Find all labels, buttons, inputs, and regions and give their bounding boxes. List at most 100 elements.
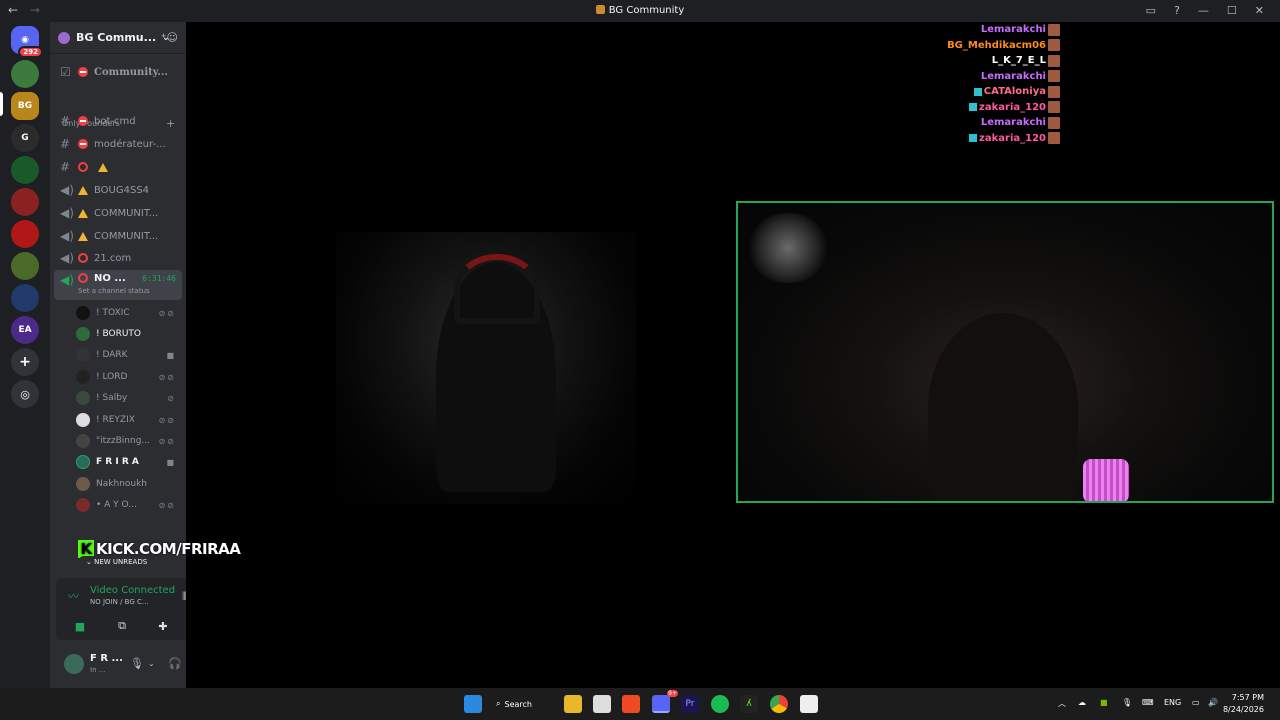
server-icon-8[interactable] bbox=[11, 284, 39, 312]
invite-icon[interactable]: ⁺☺ bbox=[161, 31, 178, 44]
search-box[interactable]: ⌕ Search bbox=[496, 694, 550, 714]
app-icon[interactable]: ʎ bbox=[740, 695, 758, 713]
discord-icon: ◉ bbox=[21, 35, 29, 45]
help-icon[interactable]: ? bbox=[1174, 4, 1180, 17]
server-icon-4[interactable] bbox=[11, 156, 39, 184]
file-explorer-icon[interactable] bbox=[564, 695, 582, 713]
server-icon-7[interactable] bbox=[11, 252, 39, 280]
server-icon-ea[interactable]: EA bbox=[11, 316, 39, 344]
channel-bot-cmd[interactable]: # bot-cmd bbox=[54, 111, 182, 131]
channel-label: Community... bbox=[94, 66, 168, 78]
channel-community-voice-1[interactable]: ◀) COMMUNIT... bbox=[54, 203, 182, 223]
voice-user[interactable]: "itzzBinng... ⊘⊘ bbox=[76, 431, 180, 451]
volume-icon[interactable]: 🔊 bbox=[1208, 698, 1218, 707]
maximize-icon[interactable]: ☐ bbox=[1227, 4, 1237, 17]
spotify-icon[interactable] bbox=[711, 695, 729, 713]
stop-icon bbox=[78, 116, 88, 126]
microphone-icon[interactable]: 🎙 bbox=[130, 657, 144, 670]
video-stage: Lemarakchi BG_Mehdikacm06 L_K_7_E_L Lemarak… bbox=[186, 22, 1280, 688]
voice-user[interactable]: ! TOXIC ⊘⊘ bbox=[76, 303, 180, 323]
video-icon: ■ bbox=[166, 457, 176, 467]
warning-icon bbox=[78, 185, 88, 195]
minimize-icon[interactable]: — bbox=[1198, 4, 1209, 17]
username: ! TOXIC bbox=[96, 308, 130, 318]
inbox-icon[interactable]: ▭ bbox=[1146, 4, 1156, 17]
screen-share-button[interactable]: ⧉ bbox=[106, 616, 138, 636]
server-icon-5[interactable] bbox=[11, 188, 39, 216]
chat-username: Lemarakchi bbox=[980, 117, 1046, 129]
channel-status-prompt[interactable]: Set a channel status bbox=[78, 287, 150, 295]
close-icon[interactable]: ✕ bbox=[1255, 4, 1264, 17]
taskbar: ⌕ Search 9+ Pr ʎ ︿ ☁ ■ 🎙 ⌨ ENG ▭ 🔊 7:57 P… bbox=[0, 688, 1280, 720]
channel-21com[interactable]: ◀) 21.com bbox=[54, 248, 182, 268]
server-icon-1[interactable] bbox=[11, 60, 39, 88]
avatar[interactable] bbox=[64, 654, 84, 674]
headphones-icon[interactable]: 🎧 bbox=[168, 657, 182, 670]
channel-community[interactable]: ☑ Community... bbox=[54, 62, 182, 82]
signal-icon[interactable]: 〰 bbox=[68, 588, 79, 604]
window-title: BG Community bbox=[0, 5, 1280, 16]
no-entry-icon bbox=[78, 253, 88, 263]
voice-user[interactable]: F R I R A ■ bbox=[76, 452, 180, 472]
add-server-icon[interactable]: + bbox=[11, 348, 39, 376]
voice-user[interactable]: ! REYZIX ⊘⊘ bbox=[76, 410, 180, 430]
channel-boug4ss4[interactable]: ◀) BOUG4SS4 bbox=[54, 180, 182, 200]
voice-user[interactable]: Nakhnoukh bbox=[76, 474, 180, 494]
voice-user[interactable]: ! DARK ■ bbox=[76, 345, 180, 365]
muted-deafened-icon: ⊘⊘ bbox=[158, 415, 176, 425]
stop-icon bbox=[78, 139, 88, 149]
selected-pill bbox=[0, 92, 3, 116]
channel-no-join-active[interactable]: ◀) NO ... 6:31:46 Set a channel status bbox=[54, 270, 182, 300]
language-indicator[interactable]: ENG bbox=[1164, 698, 1181, 707]
server-header[interactable]: BG Commu... ⌄ ⁺☺ bbox=[50, 22, 186, 54]
voice-user[interactable]: ! BORUTO bbox=[76, 324, 180, 344]
microphone-icon[interactable]: 🎙 bbox=[1122, 698, 1132, 707]
voice-channel-icon: ◀) bbox=[60, 273, 74, 287]
channel-moderateur[interactable]: # modérateur-... bbox=[54, 134, 182, 154]
avatar bbox=[76, 455, 90, 469]
muted-deafened-icon: ⊘⊘ bbox=[158, 308, 176, 318]
keyboard-icon[interactable]: ⌨ bbox=[1142, 698, 1154, 707]
muted-icon: ⊘ bbox=[167, 393, 176, 403]
app-icon[interactable] bbox=[593, 695, 611, 713]
no-entry-icon bbox=[78, 162, 88, 172]
video-tile-streamer[interactable] bbox=[336, 232, 636, 504]
emote-icon bbox=[1048, 70, 1060, 83]
current-username[interactable]: F R ... bbox=[90, 653, 123, 664]
discover-icon[interactable]: ◎ bbox=[11, 380, 39, 408]
voice-channel-name[interactable]: NO JOIN / BG C... bbox=[90, 598, 149, 606]
avatar bbox=[76, 348, 90, 362]
chevron-up-icon[interactable]: ︿ bbox=[1058, 698, 1066, 709]
server-icon-bg[interactable]: BG bbox=[11, 92, 39, 120]
voice-user[interactable]: • A Y O... ⊘⊘ bbox=[76, 495, 180, 515]
channel-community-voice-2[interactable]: ◀) COMMUNIT... bbox=[54, 226, 182, 246]
channel-warning[interactable]: # bbox=[54, 157, 182, 177]
camera-button[interactable]: ■ bbox=[64, 616, 96, 636]
avatar bbox=[76, 413, 90, 427]
start-icon[interactable] bbox=[464, 695, 482, 713]
nvidia-icon[interactable]: ■ bbox=[1100, 698, 1108, 707]
voice-channel-icon: ◀) bbox=[60, 183, 74, 197]
voice-status[interactable]: Video Connected bbox=[90, 585, 175, 596]
network-icon[interactable]: ▭ bbox=[1192, 698, 1200, 707]
channel-label: BOUG4SS4 bbox=[94, 184, 150, 196]
brave-icon[interactable] bbox=[622, 695, 640, 713]
server-icon-6[interactable] bbox=[11, 220, 39, 248]
chevron-down-icon[interactable]: ⌄ bbox=[148, 659, 155, 668]
discord-icon[interactable]: 9+ bbox=[652, 690, 678, 713]
home-button[interactable]: ◉ 292 bbox=[11, 26, 43, 58]
voice-user[interactable]: ! LORD ⊘⊘ bbox=[76, 367, 180, 387]
avatar bbox=[76, 498, 90, 512]
new-unreads-pill[interactable]: ⌄ NEW UNREADS bbox=[78, 556, 156, 568]
premiere-icon[interactable]: Pr bbox=[681, 695, 699, 713]
server-icon-3[interactable]: G bbox=[11, 124, 39, 152]
video-tile-speaking[interactable] bbox=[736, 201, 1274, 503]
chat-username: zakaria_120 bbox=[979, 132, 1046, 144]
headphones-shape bbox=[454, 254, 540, 324]
chrome-icon[interactable] bbox=[770, 695, 788, 713]
notepad-icon[interactable] bbox=[800, 695, 818, 713]
activities-button[interactable]: ✚ bbox=[147, 616, 179, 636]
system-clock[interactable]: 7:57 PM 8/24/2026 bbox=[1223, 692, 1264, 716]
voice-user[interactable]: ! Salby ⊘ bbox=[76, 388, 180, 408]
onedrive-icon[interactable]: ☁ bbox=[1078, 698, 1086, 707]
